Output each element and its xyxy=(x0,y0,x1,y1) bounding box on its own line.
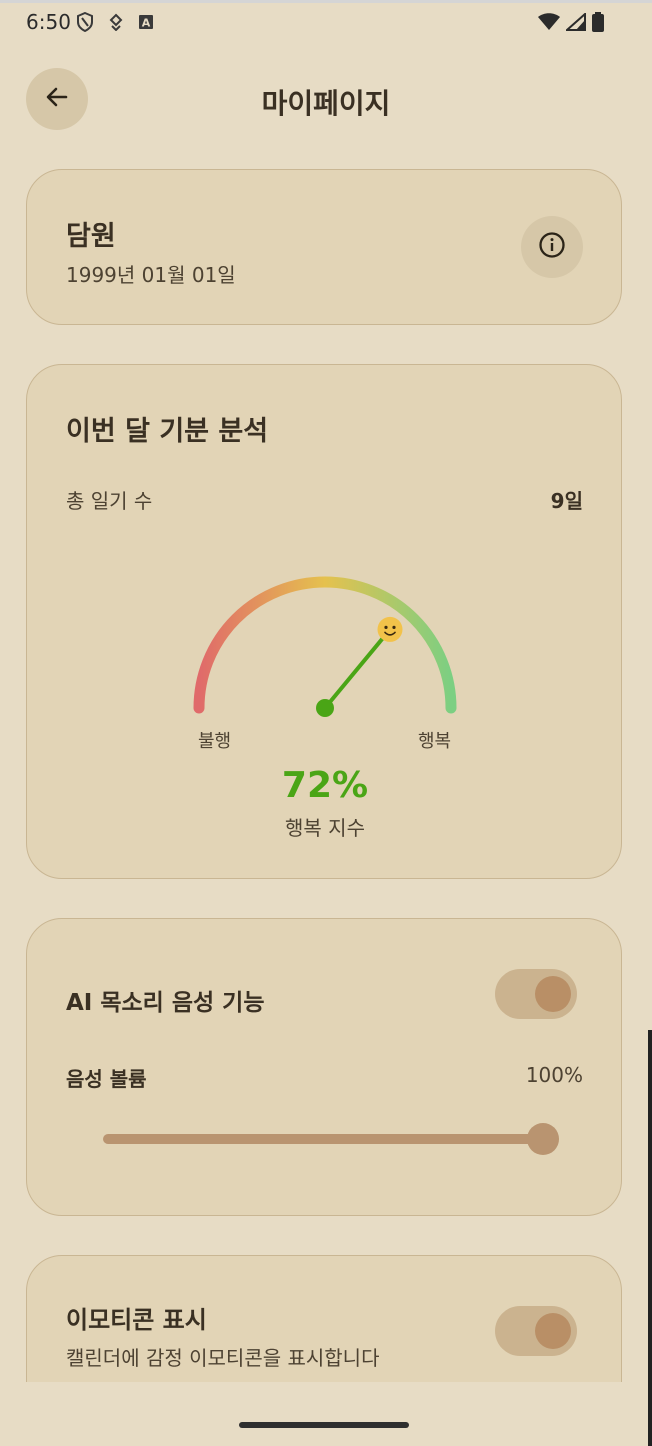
shield-icon xyxy=(76,11,94,36)
happiness-index-label: 행복 지수 xyxy=(285,816,365,840)
battery-icon xyxy=(592,12,604,36)
profile-birth-date: 1999년 01월 01일 xyxy=(66,263,236,287)
keyboard-a-icon: A xyxy=(138,14,154,34)
volume-slider[interactable] xyxy=(103,1123,559,1155)
volume-slider-fill xyxy=(103,1134,543,1144)
wifi-icon xyxy=(538,13,560,35)
diary-count-value: 9일 xyxy=(550,489,583,513)
svg-text:A: A xyxy=(142,17,151,30)
emoticon-label: 이모티콘 표시 xyxy=(66,1306,207,1334)
gauge-hub xyxy=(316,699,334,717)
volume-value: 100% xyxy=(525,1063,583,1087)
mood-analysis-card: 이번 달 기분 분석 총 일기 수 9일 불행 행복 72% 행복 지수 xyxy=(26,364,622,879)
status-left-icons: A xyxy=(76,11,154,36)
toggle-knob xyxy=(535,976,571,1012)
ai-voice-label: AI 목소리 음성 기능 xyxy=(66,990,265,1016)
profile-card: 담원 1999년 01월 01일 xyxy=(26,169,622,325)
status-bar: 6:50 A xyxy=(0,6,652,40)
toggle-knob xyxy=(535,1313,571,1349)
smile-face-icon xyxy=(377,616,403,642)
location-icon xyxy=(108,13,124,35)
happiness-index-value: 72% xyxy=(281,765,369,806)
emoticon-toggle[interactable] xyxy=(495,1306,577,1356)
info-button[interactable] xyxy=(521,216,583,278)
info-icon xyxy=(538,231,566,263)
emoticon-description: 캘린더에 감정 이모티콘을 표시합니다 xyxy=(66,1346,380,1370)
voice-settings-card: AI 목소리 음성 기능 음성 볼륨 100% xyxy=(26,918,622,1216)
my-page-screen: 6:50 A 마이페이지 담원 1999년 01월 01일 이번 달 기분 분석… xyxy=(0,0,652,1446)
diary-count-label: 총 일기 수 xyxy=(66,489,153,513)
profile-name: 담원 xyxy=(66,221,116,252)
bottom-area xyxy=(0,1382,652,1446)
volume-slider-thumb[interactable] xyxy=(527,1123,559,1155)
navigation-handle[interactable] xyxy=(239,1422,409,1428)
happiness-gauge xyxy=(193,576,457,717)
signal-icon xyxy=(564,11,586,35)
mood-analysis-title: 이번 달 기분 분석 xyxy=(66,416,269,447)
gauge-label-unhappy: 불행 xyxy=(198,731,232,752)
volume-label: 음성 볼륨 xyxy=(66,1067,147,1091)
status-right-icons xyxy=(538,11,604,36)
status-time: 6:50 xyxy=(26,10,71,34)
gauge-needle xyxy=(323,636,385,710)
window-edge xyxy=(648,1030,652,1446)
page-title: 마이페이지 xyxy=(261,87,391,120)
ai-voice-toggle[interactable] xyxy=(495,969,577,1019)
gauge-label-happy: 행복 xyxy=(418,731,452,752)
gauge-arc xyxy=(193,576,457,714)
top-border xyxy=(0,0,652,3)
